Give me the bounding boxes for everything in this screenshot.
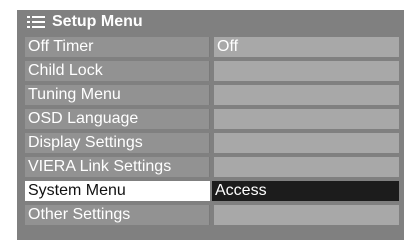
menu-row-value xyxy=(214,133,399,153)
menu-row-osd-language[interactable]: OSD Language xyxy=(25,109,399,129)
menu-row-label: Other Settings xyxy=(25,205,210,225)
menu-row-value xyxy=(214,205,399,225)
menu-list-icon xyxy=(27,15,45,29)
menu-row-value xyxy=(214,85,399,105)
menu-row-system-menu[interactable]: System Menu Access xyxy=(25,181,399,201)
menu-row-value xyxy=(214,157,399,177)
menu-row-off-timer[interactable]: Off Timer Off xyxy=(25,37,399,57)
menu-row-label: Off Timer xyxy=(25,37,210,57)
menu-row-label: Child Lock xyxy=(25,61,210,81)
setup-menu-panel: Setup Menu Off Timer Off Child Lock Tuni… xyxy=(17,10,404,240)
menu-row-label: Tuning Menu xyxy=(25,85,210,105)
menu-row-display-settings[interactable]: Display Settings xyxy=(25,133,399,153)
menu-row-value: Access xyxy=(212,181,399,201)
menu-row-tuning-menu[interactable]: Tuning Menu xyxy=(25,85,399,105)
menu-list: Off Timer Off Child Lock Tuning Menu OSD… xyxy=(25,37,399,229)
menu-row-value: Off xyxy=(214,37,399,57)
menu-row-label: System Menu xyxy=(25,181,210,201)
menu-row-label: Display Settings xyxy=(25,133,210,153)
menu-row-value xyxy=(214,109,399,129)
menu-row-child-lock[interactable]: Child Lock xyxy=(25,61,399,81)
menu-header: Setup Menu xyxy=(17,10,404,34)
menu-row-other-settings[interactable]: Other Settings xyxy=(25,205,399,225)
menu-row-label: OSD Language xyxy=(25,109,210,129)
menu-row-viera-link-settings[interactable]: VIERA Link Settings xyxy=(25,157,399,177)
menu-row-label: VIERA Link Settings xyxy=(25,157,210,177)
menu-row-value xyxy=(214,61,399,81)
menu-title: Setup Menu xyxy=(52,13,143,30)
